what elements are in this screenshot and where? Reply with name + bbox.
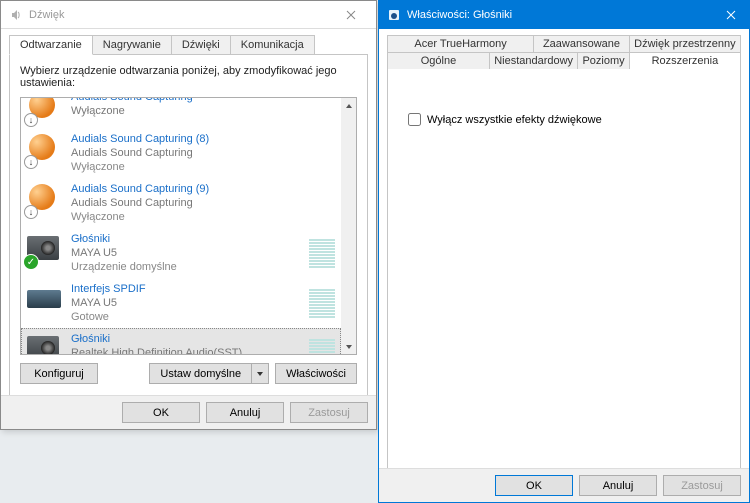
- tab-custom[interactable]: Niestandardowy: [489, 53, 577, 70]
- disable-effects-checkbox[interactable]: [408, 113, 421, 126]
- configure-button[interactable]: Konfiguruj: [20, 363, 98, 384]
- sound-title-text: Dźwięk: [29, 9, 64, 21]
- device-sub: Audials Sound Capturing: [71, 196, 335, 210]
- properties-body: Acer TrueHarmony Zaawansowane Dźwięk prz…: [379, 29, 749, 468]
- tab-general[interactable]: Ogólne: [388, 53, 490, 70]
- tab-playback[interactable]: Odtwarzanie: [9, 35, 93, 55]
- scroll-down-icon[interactable]: [341, 339, 356, 354]
- level-meter: [307, 332, 335, 354]
- properties-title-text: Właściwości: Głośniki: [407, 9, 512, 21]
- device-texts: Audials Sound Capturing (9)Audials Sound…: [71, 182, 335, 224]
- properties-footer: OK Anuluj Zastosuj: [379, 468, 749, 502]
- device-name: Audials Sound Capturing (9): [71, 182, 335, 196]
- device-row[interactable]: ✆ GłośnikiRealtek High Definition Audio(S…: [21, 328, 341, 354]
- disable-effects-label: Wyłącz wszystkie efekty dźwiękowe: [427, 114, 602, 126]
- device-texts: GłośnikiRealtek High Definition Audio(SS…: [71, 332, 297, 354]
- device-texts: GłośnikiMAYA U5Urządzenie domyślne: [71, 232, 297, 274]
- device-icon: [27, 282, 61, 316]
- scrollbar-vertical[interactable]: [341, 98, 356, 354]
- enhancements-panel: Wyłącz wszystkie efekty dźwiękowe: [387, 69, 741, 469]
- tab-enhancements[interactable]: Rozszerzenia: [629, 53, 740, 70]
- device-name: Głośniki: [71, 232, 297, 246]
- device-status: Wyłączone: [71, 160, 335, 174]
- device-status: Wyłączone: [71, 210, 335, 224]
- playback-panel: Wybierz urządzenie odtwarzania poniżej, …: [9, 54, 368, 410]
- scroll-up-icon[interactable]: [341, 98, 356, 113]
- sound-dialog: Dźwięk Odtwarzanie Nagrywanie Dźwięki Ko…: [0, 0, 377, 430]
- cancel-button[interactable]: Anuluj: [579, 475, 657, 496]
- device-icon: ✓: [27, 232, 61, 266]
- disable-effects-row[interactable]: Wyłącz wszystkie efekty dźwiękowe: [408, 113, 720, 126]
- cancel-button[interactable]: Anuluj: [206, 402, 284, 423]
- device-icon: ↓: [27, 132, 61, 166]
- device-name: Interfejs SPDIF: [71, 282, 297, 296]
- device-name: Audials Sound Capturing (8): [71, 132, 335, 146]
- device-sub: MAYA U5: [71, 296, 297, 310]
- device-row[interactable]: ↓ Audials Sound CapturingWyłączone: [21, 98, 341, 128]
- device-status: Urządzenie domyślne: [71, 260, 297, 274]
- properties-titlebar[interactable]: Właściwości: Głośniki: [379, 1, 749, 29]
- close-button[interactable]: [713, 1, 749, 29]
- device-texts: Interfejs SPDIFMAYA U5Gotowe: [71, 282, 297, 324]
- sound-titlebar[interactable]: Dźwięk: [1, 1, 376, 29]
- device-row[interactable]: ↓ Audials Sound Capturing (8)Audials Soun…: [21, 128, 341, 178]
- device-texts: Audials Sound Capturing (8)Audials Sound…: [71, 132, 335, 174]
- device-listbox[interactable]: ↓Audials Sound CapturingWyłączone↓Audial…: [20, 97, 357, 355]
- speaker-icon: [387, 8, 401, 22]
- properties-button[interactable]: Właściwości: [275, 363, 357, 384]
- properties-tabstrip: Acer TrueHarmony Zaawansowane Dźwięk prz…: [387, 35, 741, 70]
- level-meter: [307, 232, 335, 274]
- sound-tabstrip: Odtwarzanie Nagrywanie Dźwięki Komunikac…: [1, 29, 376, 54]
- apply-button[interactable]: Zastosuj: [290, 402, 368, 423]
- tab-sounds[interactable]: Dźwięki: [171, 35, 231, 54]
- properties-dialog: Właściwości: Głośniki Acer TrueHarmony Z…: [378, 0, 750, 503]
- instruction-text: Wybierz urządzenie odtwarzania poniżej, …: [20, 65, 357, 89]
- device-status: Gotowe: [71, 310, 297, 324]
- device-row[interactable]: ↓ Audials Sound Capturing (9)Audials Soun…: [21, 178, 341, 228]
- device-sub: Realtek High Definition Audio(SST): [71, 346, 297, 354]
- tab-spatial[interactable]: Dźwięk przestrzenny: [629, 36, 740, 53]
- tab-communication[interactable]: Komunikacja: [230, 35, 315, 54]
- level-meter: [307, 282, 335, 324]
- tab-levels[interactable]: Poziomy: [578, 53, 629, 70]
- device-buttons-row: Konfiguruj Ustaw domyślne Właściwości: [20, 363, 357, 384]
- device-name: Głośniki: [71, 332, 297, 346]
- tab-trueharmony[interactable]: Acer TrueHarmony: [388, 36, 534, 53]
- device-icon: ↓: [27, 98, 61, 124]
- sound-footer: OK Anuluj Zastosuj: [1, 395, 376, 429]
- device-row[interactable]: Interfejs SPDIFMAYA U5Gotowe: [21, 278, 341, 328]
- device-row[interactable]: ✓ GłośnikiMAYA U5Urządzenie domyślne: [21, 228, 341, 278]
- ok-button[interactable]: OK: [495, 475, 573, 496]
- set-default-button[interactable]: Ustaw domyślne: [149, 363, 251, 384]
- device-icon: ✆: [27, 332, 61, 354]
- tab-advanced[interactable]: Zaawansowane: [534, 36, 630, 53]
- ok-button[interactable]: OK: [122, 402, 200, 423]
- device-sub: MAYA U5: [71, 246, 297, 260]
- device-sub: Wyłączone: [71, 104, 335, 118]
- device-texts: Audials Sound CapturingWyłączone: [71, 98, 335, 124]
- sound-icon: [9, 8, 23, 22]
- apply-button[interactable]: Zastosuj: [663, 475, 741, 496]
- device-icon: ↓: [27, 182, 61, 216]
- set-default-splitbutton[interactable]: Ustaw domyślne: [149, 363, 269, 384]
- device-sub: Audials Sound Capturing: [71, 146, 335, 160]
- tab-recording[interactable]: Nagrywanie: [92, 35, 172, 54]
- close-button[interactable]: [334, 4, 368, 26]
- chevron-down-icon[interactable]: [251, 363, 269, 384]
